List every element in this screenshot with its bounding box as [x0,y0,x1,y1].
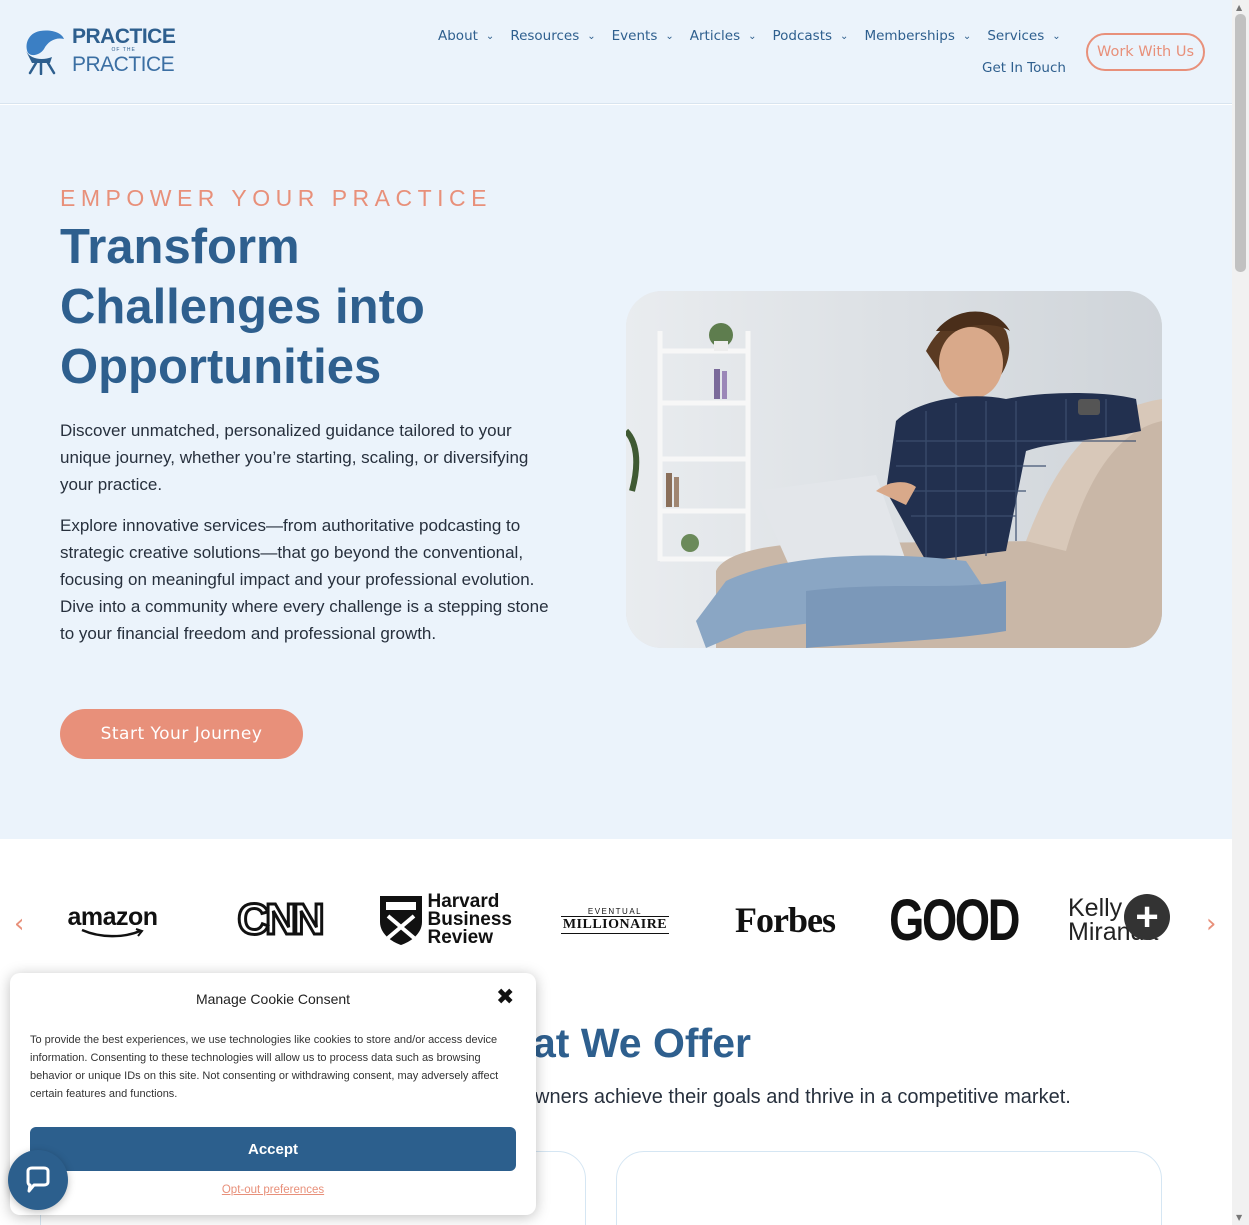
chevron-down-icon: ⌄ [962,30,972,42]
nav-item-label: Get In Touch [982,60,1066,76]
chevron-down-icon: ⌄ [665,30,674,42]
eventual-millionaire-logo: EVENTUAL MILLIONAIRE [560,889,670,951]
logo-wordmark: PRACTICE OF THE PRACTICE [72,25,176,76]
em-logo-main-text: MILLIONAIRE [561,916,669,934]
site-header: PRACTICE OF THE PRACTICE About ⌄ Resource… [0,0,1232,104]
chevron-right-icon[interactable]: › [1206,911,1216,937]
hbr-logo-text: Harvard Business Review [427,891,512,948]
amazon-logo-text: amazon [67,902,158,931]
nav-row-primary: About ⌄ Resources ⌄ Events ⌄ Articles ⌄ Podc… [430,26,1070,46]
logo-word-bottom: PRACTICE [72,53,175,76]
nav-item-podcasts[interactable]: Podcasts ⌄ [773,28,849,44]
chevron-left-icon[interactable]: ‹ [14,911,24,937]
cookie-dialog-body: To provide the best experiences, we use … [30,1034,499,1100]
scrollbar-thumb[interactable] [1235,14,1246,272]
press-logos-carousel: ‹ › amazon CNN Harvard Business Review E… [0,839,1232,989]
close-icon[interactable]: ✖ [496,987,514,1009]
offer-section-title: at We Offer [533,1020,751,1066]
nav-item-label: Articles [689,28,741,44]
hero-section: EMPOWER YOUR PRACTICE Transform Challeng… [0,105,1232,839]
hero-photo-man-with-laptop [626,291,1162,648]
chevron-down-icon: ⌄ [485,30,495,42]
good-logo-text: GOOD [889,887,1021,953]
forbes-logo-text: Forbes [735,900,836,940]
chat-widget-button[interactable] [8,1150,68,1210]
nav-row-secondary: Get In Touch [974,58,1074,78]
logo-word-top: PRACTICE [72,25,176,48]
harvard-shield-icon [379,896,422,945]
chevron-down-icon: ⌄ [748,30,757,42]
site-logo[interactable]: PRACTICE OF THE PRACTICE [22,25,176,76]
opt-out-preferences-link[interactable]: Opt-out preferences [10,1184,536,1196]
nav-item-label: About [438,28,478,44]
nav-item-label: Services [987,28,1045,44]
good-logo: GOOD [890,888,1021,953]
amazon-logo: amazon [60,889,165,951]
chevron-down-icon: ⌄ [840,30,849,42]
chevron-down-icon: ⌄ [587,30,596,42]
nav-item-resources[interactable]: Resources ⌄ [510,28,595,44]
nav-item-label: Memberships [864,28,955,44]
nav-item-events[interactable]: Events ⌄ [612,28,674,44]
nav-item-get-in-touch[interactable]: Get In Touch [982,60,1066,76]
cnn-logo: CNN [230,889,328,951]
hero-paragraph-1: Discover unmatched, personalized guidanc… [60,421,529,494]
nav-item-memberships[interactable]: Memberships ⌄ [864,28,971,44]
nav-item-about[interactable]: About ⌄ [438,28,494,44]
chevron-down-icon: ⌄ [1052,30,1061,42]
start-your-journey-button[interactable]: Start Your Journey [60,709,303,759]
work-with-us-button[interactable]: Work With Us [1086,33,1205,71]
hero-eyebrow: EMPOWER YOUR PRACTICE [60,185,492,211]
cookie-dialog-title: Manage Cookie Consent [195,991,351,1007]
hero-paragraph-2: Explore innovative services—from authori… [60,516,549,643]
chat-bubble-icon [26,1166,50,1193]
kelly-miranda-logo: Kelly Miranda + [1068,889,1174,951]
nav-item-label: Events [611,28,658,44]
cnn-logo-text: CNN [236,894,326,946]
em-logo-small-text: EVENTUAL [561,907,669,917]
main-nav: About ⌄ Resources ⌄ Events ⌄ Articles ⌄ Podc… [430,26,1070,76]
hero-title: Transform Challenges into Opportunities [60,220,425,394]
scroll-down-arrow-icon[interactable]: ▼ [1236,1213,1242,1222]
forbes-logo: Forbes [725,889,845,951]
nav-item-label: Podcasts [772,28,833,44]
nav-item-services[interactable]: Services ⌄ [987,28,1060,44]
plus-circle-icon: + [1124,894,1170,940]
harvard-business-review-logo: Harvard Business Review [376,889,521,951]
chair-logo-icon [22,27,68,75]
offer-card[interactable] [616,1151,1162,1225]
nav-item-label: Resources [510,28,580,44]
cookie-consent-dialog: Manage Cookie Consent ✖ To provide the b… [10,973,536,1215]
scroll-up-arrow-icon[interactable]: ▲ [1236,3,1242,12]
offer-section-subtitle: wners achieve their goals and thrive in … [535,1086,1071,1108]
accept-cookies-button[interactable]: Accept [30,1127,516,1171]
nav-item-articles[interactable]: Articles ⌄ [690,28,757,44]
